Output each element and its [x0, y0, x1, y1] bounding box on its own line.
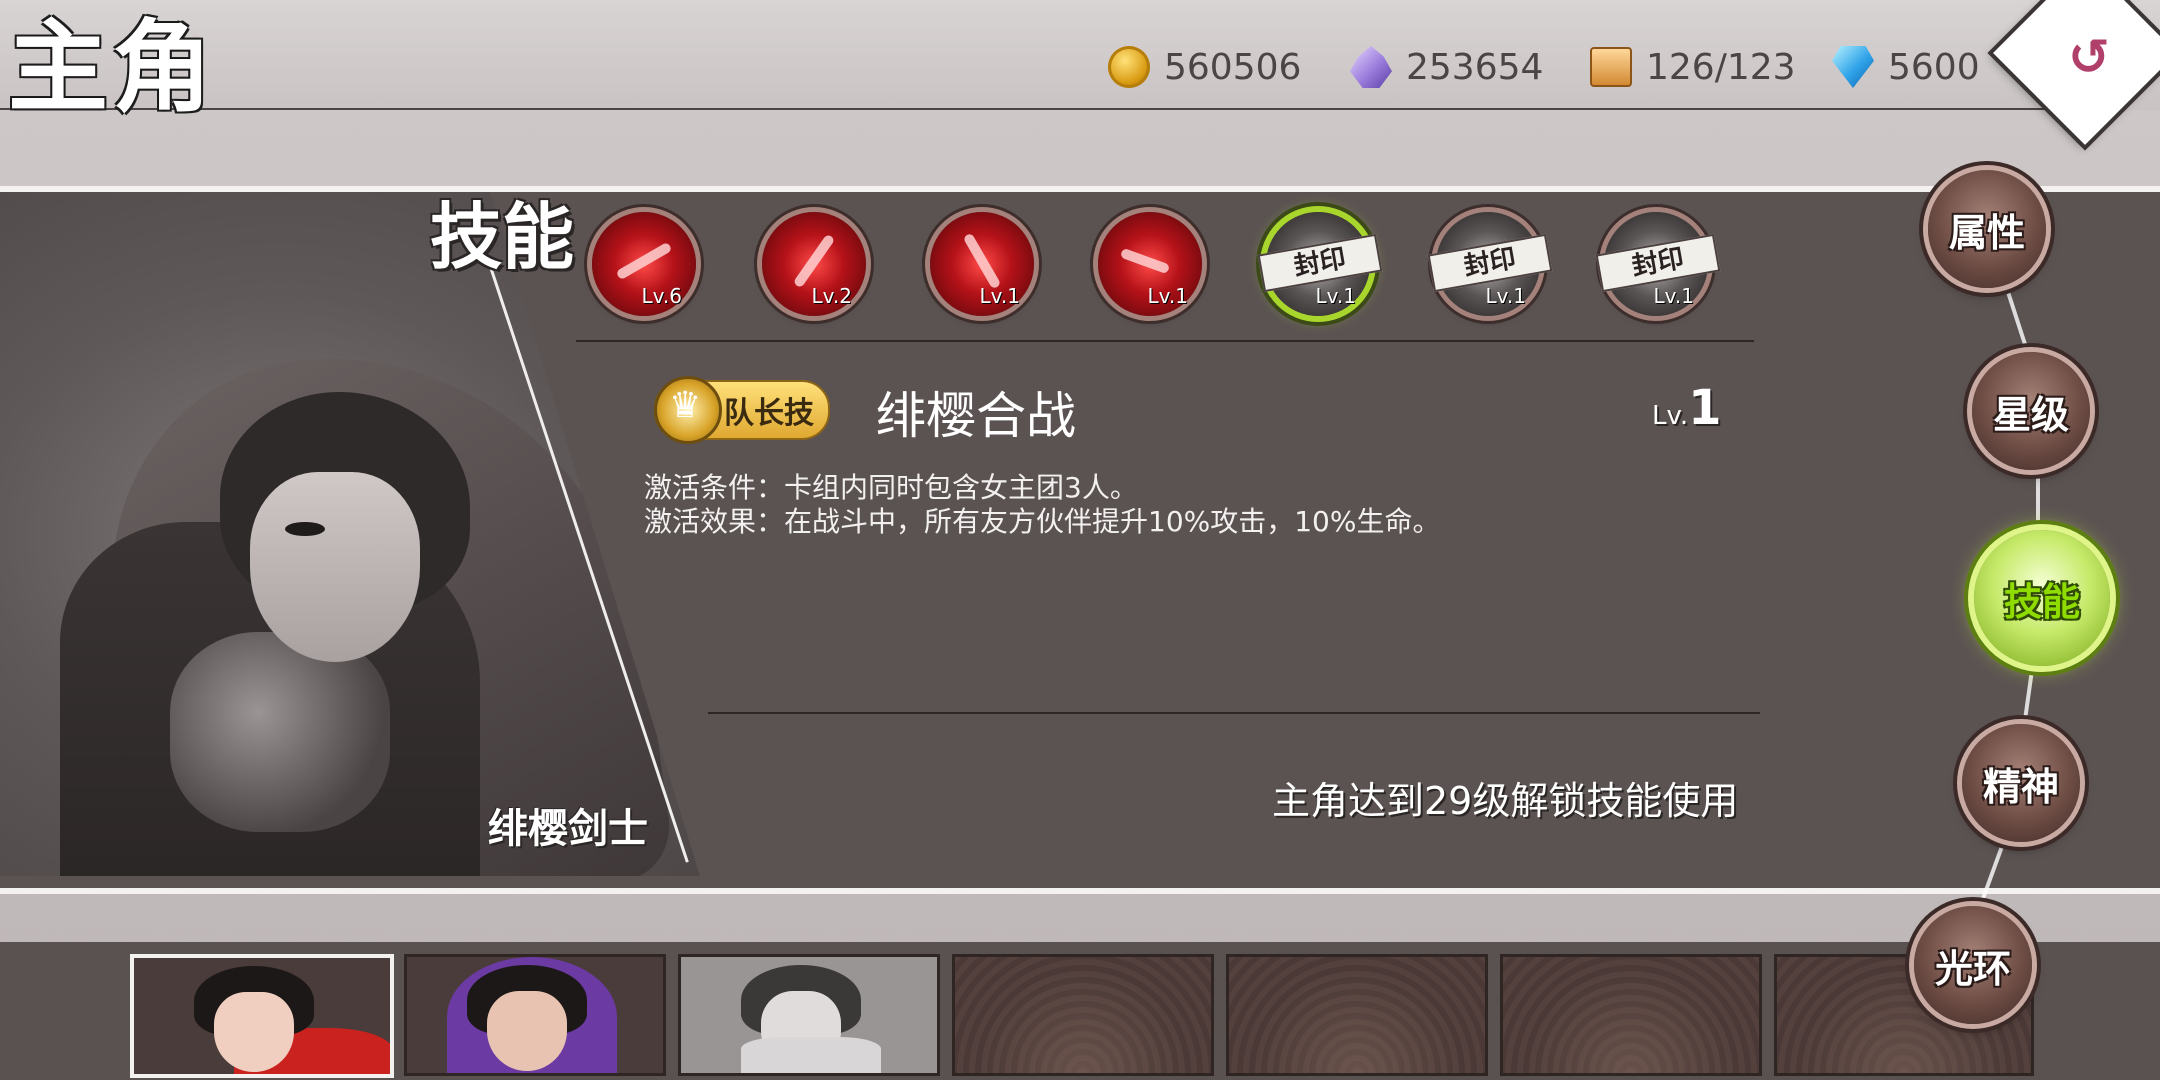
skill-level: Lv.1 [1653, 284, 1694, 308]
portrait-armor [170, 632, 390, 832]
unlock-hint: 主角达到29级解锁技能使用 [1272, 779, 1739, 823]
level-prefix: Lv. [1652, 401, 1689, 431]
detail-divider-bottom [708, 712, 1760, 714]
currency-value: 560506 [1164, 46, 1302, 88]
nav-label: 属性 [1948, 210, 2025, 255]
nav-aura[interactable]: 光环 [1914, 906, 2032, 1024]
header-divider [0, 108, 2060, 110]
roster-card-armored-hero[interactable] [678, 954, 940, 1076]
treasure-box-icon [1590, 47, 1632, 87]
currency-crystal[interactable]: 253654 [1350, 42, 1543, 92]
section-title: 技能 [430, 194, 575, 279]
card-portrait-face [214, 992, 294, 1072]
skill-level: Lv.6 [641, 284, 682, 308]
skill-level: Lv.1 [979, 284, 1020, 308]
diamond-icon [1832, 46, 1874, 88]
skill-level: Lv.1 [1485, 284, 1526, 308]
skill-slot-4[interactable]: Lv.1 [1098, 212, 1202, 316]
roster-card-purple-hood[interactable] [404, 954, 666, 1076]
currency-gold[interactable]: 560506 [1108, 42, 1301, 92]
character-name: 绯樱剑士 [488, 806, 648, 852]
card-portrait-armor [741, 1037, 881, 1073]
nav-stars[interactable]: 星级 [1972, 352, 2090, 470]
skill-slot-7[interactable]: 封印 Lv.1 [1595, 212, 1721, 316]
roster-card-empty[interactable] [1500, 954, 1762, 1076]
card-portrait-face [487, 991, 567, 1071]
nav-label: 星级 [1992, 392, 2069, 437]
skill-detail-level: Lv.1 [1652, 380, 1722, 436]
skill-slot-3[interactable]: Lv.1 [930, 212, 1034, 316]
skill-name: 绯樱合战 [876, 387, 1076, 445]
nav-label: 光环 [1934, 946, 2011, 991]
currency-value: 253654 [1406, 46, 1544, 88]
skill-blade-icon [792, 233, 836, 289]
nav-label: 精神 [1982, 764, 2059, 809]
gold-coin-icon [1108, 46, 1150, 88]
skill-slot-2[interactable]: Lv.2 [762, 212, 866, 316]
roster-card-sakura-swordsman[interactable] [130, 954, 394, 1078]
roster-card-empty[interactable] [952, 954, 1214, 1076]
nav-attributes[interactable]: 属性 [1928, 170, 2046, 288]
nav-spirit[interactable]: 精神 [1962, 724, 2080, 842]
nav-label: 技能 [2003, 579, 2080, 624]
activation-effect: 激活效果：在战斗中，所有友方伙伴提升10%攻击，10%生命。 [644, 505, 1441, 538]
currency-value: 126/123 [1646, 46, 1796, 88]
skill-level: Lv.1 [1147, 284, 1188, 308]
skill-level: Lv.1 [1315, 284, 1356, 308]
skill-slot-6[interactable]: 封印 Lv.1 [1427, 212, 1553, 316]
currency-diamond[interactable]: 5600 [1832, 42, 1980, 92]
currency-box[interactable]: 126/123 [1590, 42, 1796, 92]
crystal-icon [1350, 46, 1392, 88]
skill-sword-slash-icon [615, 241, 673, 281]
portrait-eye [285, 522, 325, 536]
leader-skill-label: 队长技 [724, 396, 814, 431]
skill-slot-5[interactable]: 封印 Lv.1 [1257, 212, 1383, 316]
currency-value: 5600 [1888, 46, 1980, 88]
nav-skills[interactable]: 技能 [1974, 530, 2110, 666]
detail-divider-top [576, 340, 1754, 342]
skill-slot-1[interactable]: Lv.6 [592, 212, 696, 316]
leader-crown-icon: ♛ [654, 376, 722, 444]
skill-crescent-icon [1119, 247, 1171, 275]
level-number: 1 [1688, 380, 1722, 436]
roster-card-empty[interactable] [1226, 954, 1488, 1076]
page-title: 主角 [8, 8, 216, 126]
skill-level: Lv.2 [811, 284, 852, 308]
skill-burst-icon [962, 232, 1002, 290]
back-arrow-icon[interactable]: ↺ [2068, 28, 2110, 86]
portrait-face [250, 472, 420, 662]
